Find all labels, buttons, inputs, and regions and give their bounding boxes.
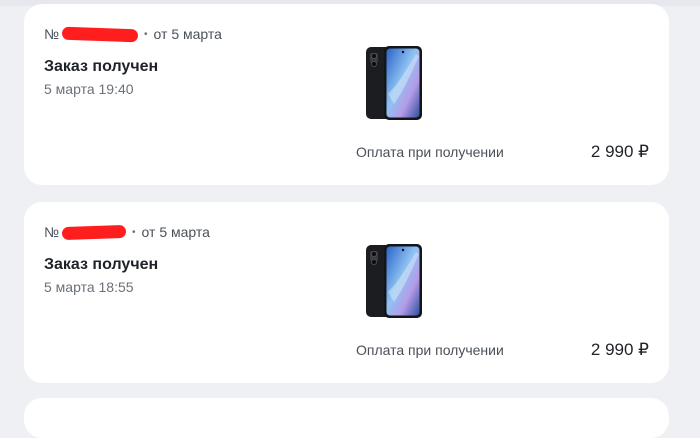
smartphone-icon (366, 244, 422, 318)
payment-method: Оплата при получении (356, 144, 504, 160)
order-date: от 5 марта (141, 224, 210, 240)
order-number-row: № • от 5 марта (44, 223, 210, 241)
separator-dot: • (144, 28, 148, 40)
order-card-partial[interactable] (24, 398, 669, 438)
redacted-order-number (61, 26, 139, 42)
order-number-row: № • от 5 марта (44, 25, 222, 43)
order-number-sign: № (44, 224, 60, 240)
order-number-sign: № (44, 26, 60, 42)
redacted-order-number (61, 224, 127, 240)
status-time: 5 марта 18:55 (44, 279, 134, 295)
status-time: 5 марта 19:40 (44, 81, 134, 97)
order-status: Заказ получен (44, 256, 159, 273)
product-thumbnail[interactable] (364, 44, 424, 122)
smartphone-icon (366, 46, 422, 120)
order-date: от 5 марта (153, 26, 222, 42)
order-card[interactable]: № • от 5 марта Заказ получен 5 марта 19:… (24, 4, 669, 185)
payment-method: Оплата при получении (356, 342, 504, 358)
order-price: 2 990 ₽ (590, 340, 649, 359)
separator-dot: • (132, 226, 136, 238)
order-price: 2 990 ₽ (590, 142, 649, 161)
order-status: Заказ получен (44, 58, 159, 75)
order-card[interactable]: № • от 5 марта Заказ получен 5 марта 18:… (24, 202, 669, 383)
product-thumbnail[interactable] (364, 242, 424, 320)
